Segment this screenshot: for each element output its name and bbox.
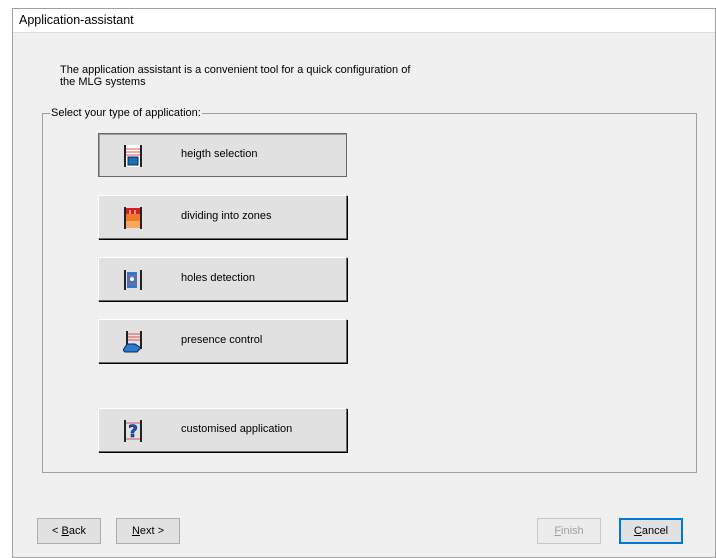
application-type-group: Select your type of application: heigth … — [42, 107, 697, 473]
customised-application-icon: ? — [124, 420, 142, 442]
cancel-rest: ancel — [641, 525, 669, 537]
cancel-button[interactable]: Cancel — [619, 518, 683, 544]
group-label: Select your type of application: — [50, 107, 202, 120]
height-selection-icon — [124, 145, 142, 167]
back-accel: B — [61, 525, 69, 537]
intro-line-2: the MLG systems — [60, 76, 146, 88]
holes-detection-icon — [124, 270, 142, 290]
presence-control-icon — [123, 331, 142, 353]
intro-text: The application assistant is a convenien… — [60, 64, 480, 88]
app-label-presence-control: presence control — [181, 334, 263, 346]
title-bar: Application-assistant — [13, 9, 715, 33]
back-rest: ack — [68, 525, 86, 537]
back-button[interactable]: < Back — [37, 518, 101, 544]
holes-detection-button[interactable]: holes detection — [98, 257, 347, 301]
next-button[interactable]: Next > — [116, 518, 180, 544]
app-label-height-selection: heigth selection — [181, 148, 258, 160]
customised-application-button[interactable]: ? customised application — [98, 408, 347, 452]
svg-text:?: ? — [128, 422, 138, 442]
finish-button[interactable]: Finish — [537, 518, 601, 544]
finish-rest: inish — [561, 525, 584, 537]
next-rest: ext > — [139, 525, 165, 537]
app-label-dividing-into-zones: dividing into zones — [181, 210, 272, 222]
zones-icon — [124, 207, 142, 229]
app-label-holes-detection: holes detection — [181, 272, 255, 284]
dividing-into-zones-button[interactable]: dividing into zones — [98, 195, 347, 239]
next-accel: N — [131, 525, 140, 537]
presence-control-button[interactable]: presence control — [98, 319, 347, 363]
app-label-customised-application: customised application — [181, 423, 293, 435]
back-prefix: < — [52, 525, 62, 537]
height-selection-button[interactable]: heigth selection — [98, 133, 347, 177]
cancel-accel: C — [633, 525, 642, 537]
application-assistant-window: Application-assistant The application as… — [12, 8, 716, 558]
window-title: Application-assistant — [19, 13, 134, 27]
intro-line-1: The application assistant is a convenien… — [60, 64, 411, 76]
